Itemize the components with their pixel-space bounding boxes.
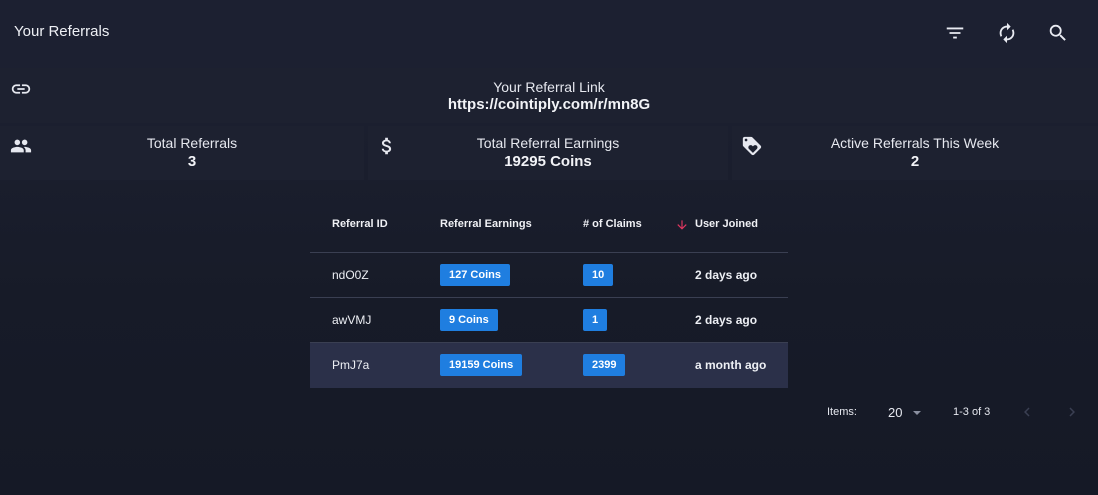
referral-link-label: Your Referral Link: [493, 79, 605, 95]
stat-value: 3: [187, 153, 197, 170]
search-icon: [1049, 24, 1066, 41]
earnings-chip: 127 Coins: [440, 264, 510, 286]
stat-value: 2: [910, 153, 920, 170]
filter-button[interactable]: [942, 20, 968, 46]
top-bar: Your Referrals: [0, 0, 1098, 66]
column-header-referral-id[interactable]: Referral ID: [332, 218, 388, 230]
items-per-page-label: Items:: [827, 406, 857, 418]
page-range: 1-3 of 3: [953, 406, 991, 418]
table-header: Referral ID Referral Earnings # of Claim…: [310, 200, 788, 253]
table-row[interactable]: ndO0Z 127 Coins 10 2 days ago: [310, 253, 788, 298]
filter-icon: [946, 27, 964, 39]
stat-total-earnings: Total Referral Earnings 19295 Coins: [368, 126, 728, 180]
referral-link-url[interactable]: https://cointiply.com/r/mn8G: [0, 96, 1098, 113]
stat-total-referrals: Total Referrals 3: [0, 126, 364, 180]
table-row[interactable]: PmJ7a 19159 Coins 2399 a month ago: [310, 343, 788, 388]
referral-id: ndO0Z: [332, 268, 369, 282]
column-header-user-joined[interactable]: User Joined: [695, 218, 758, 230]
claims-chip: 1: [583, 309, 608, 331]
stat-label: Total Referrals: [146, 135, 238, 151]
column-header-claims[interactable]: # of Claims: [583, 218, 642, 230]
items-per-page-select[interactable]: 20: [888, 405, 902, 420]
stat-active-referrals: Active Referrals This Week 2: [732, 126, 1098, 180]
chevron-right-icon: [1069, 407, 1075, 417]
chevron-left-icon: [1024, 407, 1030, 417]
refresh-button[interactable]: [994, 20, 1020, 46]
referrals-table: Referral ID Referral Earnings # of Claim…: [310, 200, 788, 388]
claims-chip: 10: [583, 264, 614, 286]
page-title: Your Referrals: [14, 23, 110, 40]
table-row[interactable]: awVMJ 9 Coins 1 2 days ago: [310, 298, 788, 343]
referral-id: PmJ7a: [332, 358, 370, 372]
user-joined: 2 days ago: [695, 268, 758, 282]
sort-descending-icon[interactable]: [675, 218, 689, 232]
next-page-button[interactable]: [1063, 403, 1081, 421]
referral-link-panel: Your Referral Link https://cointiply.com…: [0, 68, 1098, 123]
stat-value: 19295 Coins: [504, 153, 592, 170]
referral-id: awVMJ: [332, 313, 372, 327]
pagination: Items: 20 1-3 of 3: [0, 400, 1098, 426]
refresh-icon: [999, 22, 1015, 44]
user-joined: 2 days ago: [695, 313, 758, 327]
earnings-chip: 19159 Coins: [440, 354, 523, 376]
stat-label: Active Referrals This Week: [830, 135, 1000, 151]
earnings-chip: 9 Coins: [440, 309, 498, 331]
column-header-referral-earnings[interactable]: Referral Earnings: [440, 218, 532, 230]
previous-page-button[interactable]: [1018, 403, 1036, 421]
search-button[interactable]: [1045, 20, 1071, 46]
claims-chip: 2399: [583, 354, 626, 376]
chevron-down-icon[interactable]: [913, 411, 921, 415]
stat-label: Total Referral Earnings: [476, 135, 620, 151]
user-joined: a month ago: [695, 358, 767, 372]
